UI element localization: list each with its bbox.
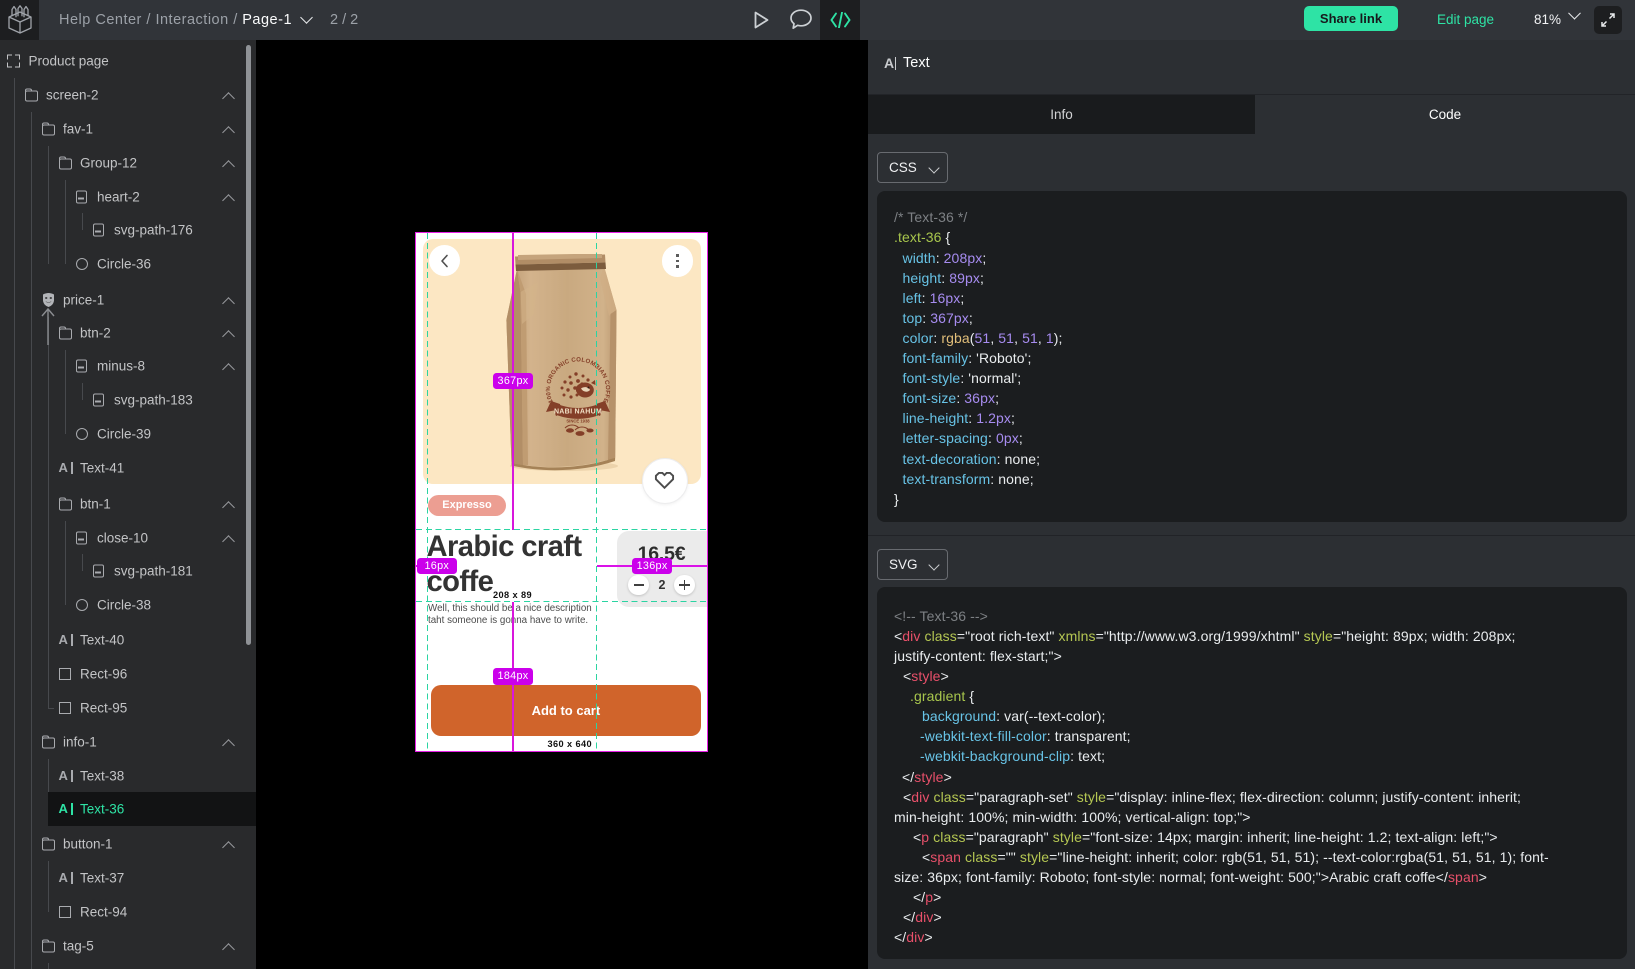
svg-text:SINCE 1938: SINCE 1938 (566, 419, 590, 424)
